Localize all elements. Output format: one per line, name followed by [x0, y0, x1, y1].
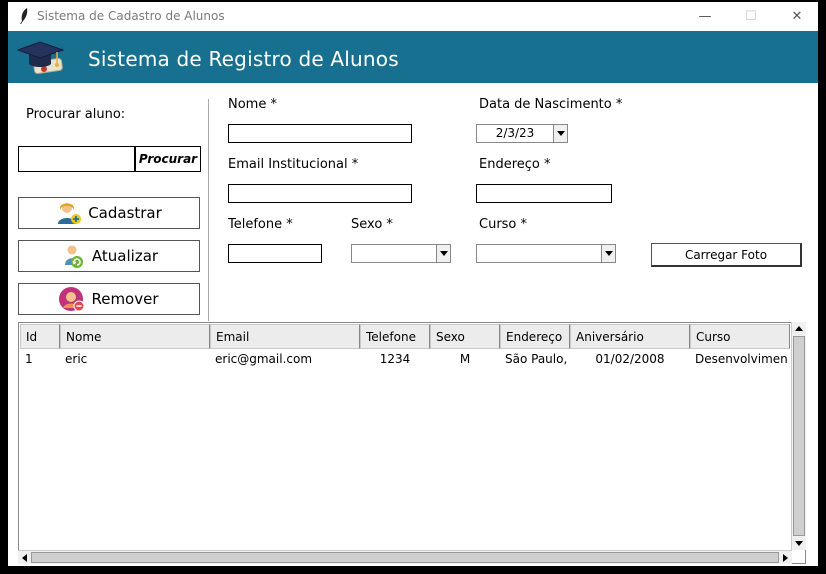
birthdate-value: 2/3/23: [495, 126, 535, 140]
chevron-down-icon[interactable]: [553, 125, 567, 142]
search-button[interactable]: Procurar: [135, 146, 201, 172]
table-header: Id Nome Email Telefone Sexo Endereço Ani…: [20, 324, 790, 349]
horizontal-scrollbar[interactable]: [18, 550, 792, 564]
column-header-birthday[interactable]: Aniversário: [570, 324, 690, 349]
page-title: Sistema de Registro de Alunos: [88, 47, 399, 71]
update-button[interactable]: Atualizar: [18, 240, 200, 272]
maximize-button[interactable]: ☐: [728, 2, 774, 31]
scroll-left-icon[interactable]: [20, 553, 28, 563]
phone-label: Telefone *: [228, 217, 293, 232]
remove-button-label: Remover: [91, 290, 159, 308]
cell-gender: M: [459, 352, 471, 366]
chevron-down-icon[interactable]: [601, 245, 615, 262]
column-header-gender[interactable]: Sexo: [430, 324, 500, 349]
column-header-course[interactable]: Curso: [690, 324, 790, 349]
course-label: Curso *: [479, 217, 528, 232]
upload-photo-button[interactable]: Carregar Foto: [651, 243, 802, 267]
name-label: Nome *: [228, 97, 277, 112]
register-button-label: Cadastrar: [88, 204, 162, 222]
cell-course: Desenvolvimento: [695, 352, 787, 366]
search-label: Procurar aluno:: [26, 107, 126, 122]
name-field[interactable]: [228, 124, 412, 143]
students-table: Id Nome Email Telefone Sexo Endereço Ani…: [18, 322, 806, 564]
birthdate-picker[interactable]: 2/3/23: [476, 124, 568, 143]
scroll-right-icon[interactable]: [782, 553, 790, 563]
add-user-icon: [58, 203, 82, 224]
table-row[interactable]: 1 eric eric@gmail.com 1234 M São Paulo, …: [20, 349, 787, 369]
search-input[interactable]: [18, 146, 135, 172]
panel-divider: [208, 99, 209, 321]
address-label: Endereço *: [479, 157, 551, 172]
gender-label: Sexo *: [351, 217, 393, 232]
close-button[interactable]: ✕: [774, 2, 820, 31]
horizontal-scroll-thumb[interactable]: [31, 552, 779, 563]
column-header-email[interactable]: Email: [210, 324, 360, 349]
vertical-scrollbar[interactable]: [791, 322, 806, 550]
phone-field[interactable]: [228, 244, 322, 263]
close-icon: ✕: [791, 9, 803, 24]
course-select[interactable]: [476, 244, 616, 263]
update-button-label: Atualizar: [91, 247, 159, 265]
column-header-name[interactable]: Nome: [60, 324, 210, 349]
column-header-phone[interactable]: Telefone: [360, 324, 430, 349]
maximize-icon: ☐: [745, 9, 757, 24]
email-label: Email Institucional *: [228, 157, 359, 172]
address-field[interactable]: [476, 184, 612, 203]
minimize-icon: —: [698, 9, 712, 24]
column-header-id[interactable]: Id: [20, 324, 60, 349]
birthdate-label: Data de Nascimento *: [479, 97, 623, 112]
scroll-down-icon[interactable]: [794, 540, 804, 548]
minimize-button[interactable]: —: [682, 2, 728, 31]
app-window: Sistema de Cadastro de Alunos — ☐ ✕ Sist…: [0, 0, 826, 574]
column-header-address[interactable]: Endereço: [500, 324, 570, 349]
title-bar: Sistema de Cadastro de Alunos — ☐ ✕: [8, 2, 818, 31]
chevron-down-icon[interactable]: [436, 245, 450, 262]
update-user-icon: [64, 245, 83, 268]
vertical-scroll-thumb[interactable]: [793, 336, 805, 536]
remove-button[interactable]: Remover: [18, 283, 200, 315]
main-content: Procurar aluno: Procurar Cadastrar Atual…: [8, 83, 818, 566]
cell-address: São Paulo, C: [505, 352, 570, 366]
register-button[interactable]: Cadastrar: [18, 197, 200, 229]
app-header: Sistema de Registro de Alunos: [8, 31, 818, 83]
scroll-up-icon[interactable]: [794, 324, 804, 332]
cell-email: eric@gmail.com: [215, 352, 313, 366]
feather-icon: [20, 8, 28, 24]
cell-name: eric: [65, 352, 88, 366]
graduation-cap-icon: [17, 41, 65, 75]
email-field[interactable]: [228, 184, 412, 203]
cell-phone: 1234: [379, 352, 411, 366]
cell-birthday: 01/02/2008: [595, 352, 665, 366]
remove-user-icon: [59, 287, 85, 312]
gender-select[interactable]: [351, 244, 451, 263]
cell-id: 1: [25, 352, 33, 366]
window-title: Sistema de Cadastro de Alunos: [37, 9, 225, 23]
